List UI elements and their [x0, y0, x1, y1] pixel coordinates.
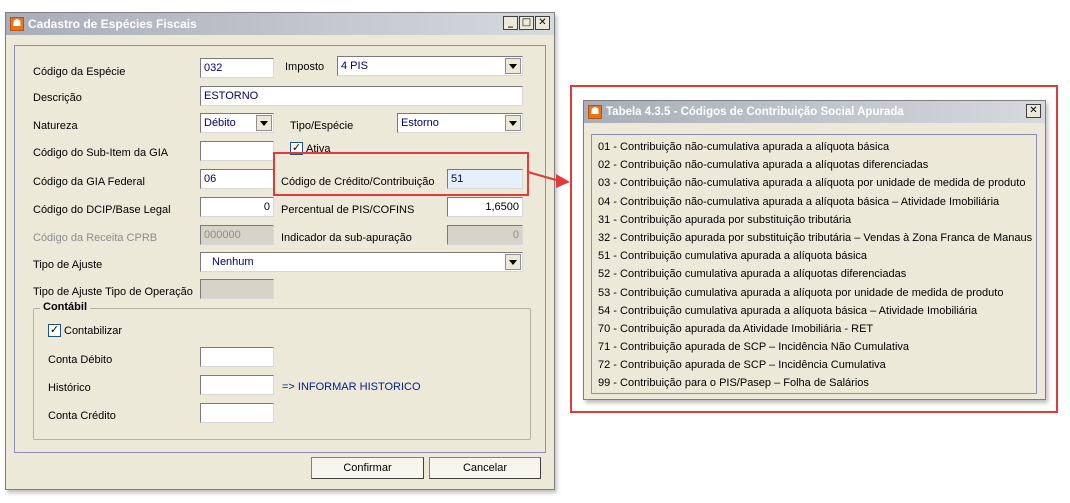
list-item[interactable]: 02 - Contribuição não-cumulativa apurada…: [592, 156, 1036, 174]
chevron-down-icon[interactable]: [505, 115, 521, 131]
form-panel: Código da Espécie 032 Imposto 4 PIS Desc…: [14, 45, 546, 453]
sub-apuracao-input: 0: [447, 225, 523, 245]
list-item[interactable]: 72 - Contribuição apurada de SCP – Incid…: [592, 356, 1036, 374]
contabilizar-checkbox[interactable]: ✓: [48, 324, 61, 337]
chevron-down-icon[interactable]: [505, 254, 521, 270]
chevron-down-icon[interactable]: [505, 58, 521, 74]
sub-item-gia-input[interactable]: [200, 141, 274, 161]
tabela-popup: ☗ Tabela 4.3.5 - Códigos de Contribuição…: [583, 100, 1046, 400]
conta-debito-input[interactable]: [200, 347, 274, 367]
close-button[interactable]: ✕: [535, 16, 550, 30]
gia-federal-label: Código da GIA Federal: [33, 176, 145, 188]
tipo-especie-value: Estorno: [401, 117, 439, 129]
codigo-especie-input[interactable]: 032: [200, 58, 274, 78]
list-item[interactable]: 52 - Contribuição cumulativa apurada a a…: [592, 265, 1036, 283]
dcip-input[interactable]: 0: [200, 197, 274, 217]
natureza-value: Débito: [204, 117, 236, 129]
list-item[interactable]: 04 - Contribuição não-cumulativa apurada…: [592, 193, 1036, 211]
list-item[interactable]: 70 - Contribuição apurada da Atividade I…: [592, 320, 1036, 338]
conta-debito-label: Conta Débito: [48, 354, 113, 366]
app-icon: ☗: [10, 17, 24, 31]
imposto-value: 4 PIS: [341, 60, 368, 72]
confirmar-button[interactable]: Confirmar: [311, 457, 424, 479]
list-item[interactable]: 53 - Contribuição cumulativa apurada a a…: [592, 284, 1036, 302]
list-item[interactable]: 71 - Contribuição apurada de SCP – Incid…: [592, 338, 1036, 356]
tipo-especie-label: Tipo/Espécie: [290, 120, 354, 132]
tipo-ajuste-operacao-label: Tipo de Ajuste Tipo de Operação: [33, 286, 193, 298]
tipo-ajuste-operacao-input: [200, 279, 274, 299]
contabil-group: Contábil ✓ Contabilizar Conta Débito His…: [33, 301, 531, 440]
arrow-line: [527, 171, 557, 181]
sub-apuracao-label: Indicador da sub-apuração: [281, 232, 412, 244]
list-item[interactable]: 03 - Contribuição não-cumulativa apurada…: [592, 174, 1036, 192]
codigo-especie-label: Código da Espécie: [33, 66, 126, 78]
descricao-input[interactable]: ESTORNO: [200, 86, 523, 106]
list-item[interactable]: 31 - Contribuição apurada por substituiç…: [592, 211, 1036, 229]
popup-close-button[interactable]: ✕: [1026, 104, 1041, 118]
arrow-head: [556, 174, 570, 188]
dialog-title: Cadastro de Espécies Fiscais: [28, 17, 197, 31]
natureza-select[interactable]: Débito: [200, 113, 274, 133]
list-item[interactable]: 32 - Contribuição apurada por substituiç…: [592, 229, 1036, 247]
tipo-ajuste-select[interactable]: Nenhum: [200, 252, 523, 272]
imposto-select[interactable]: 4 PIS: [337, 56, 523, 76]
maximize-button[interactable]: □: [519, 16, 534, 30]
receita-cprb-label: Código da Receita CPRB: [33, 232, 158, 244]
receita-cprb-input: 000000: [200, 225, 274, 245]
list-item[interactable]: 99 - Contribuição para o PIS/Pasep – Fol…: [592, 374, 1036, 392]
chevron-down-icon[interactable]: [256, 115, 272, 131]
historico-label: Histórico: [48, 382, 91, 394]
conta-credito-input[interactable]: [200, 403, 274, 423]
conta-credito-label: Conta Crédito: [48, 410, 116, 422]
dialog-titlebar[interactable]: ☗ Cadastro de Espécies Fiscais _ □ ✕: [6, 13, 554, 35]
list-item[interactable]: 01 - Contribuição não-cumulativa apurada…: [592, 138, 1036, 156]
list-item[interactable]: 51 - Contribuição cumulativa apurada a a…: [592, 247, 1036, 265]
tipo-ajuste-value: Nenhum: [212, 256, 254, 268]
informar-historico-link[interactable]: => INFORMAR HISTORICO: [282, 381, 421, 393]
percentual-label: Percentual de PIS/COFINS: [281, 204, 415, 216]
contabilizar-label: Contabilizar: [64, 325, 123, 337]
popup-title: Tabela 4.3.5 - Códigos de Contribuição S…: [606, 106, 904, 118]
historico-input[interactable]: [200, 375, 274, 395]
natureza-label: Natureza: [33, 120, 78, 132]
gia-federal-input[interactable]: 06: [200, 169, 274, 189]
descricao-label: Descrição: [33, 92, 82, 104]
sub-item-gia-label: Código do Sub-Item da GIA: [33, 147, 169, 159]
highlight-box-credito: [273, 152, 529, 196]
percentual-input[interactable]: 1,6500: [447, 197, 523, 217]
popup-titlebar[interactable]: ☗ Tabela 4.3.5 - Códigos de Contribuição…: [584, 101, 1045, 123]
tipo-ajuste-label: Tipo de Ajuste: [33, 259, 103, 271]
tipo-especie-select[interactable]: Estorno: [397, 113, 523, 133]
list-item[interactable]: 54 - Contribuição cumulativa apurada a a…: [592, 302, 1036, 320]
codigos-list[interactable]: 01 - Contribuição não-cumulativa apurada…: [591, 134, 1037, 394]
imposto-label: Imposto: [285, 61, 325, 73]
cadastro-dialog: ☗ Cadastro de Espécies Fiscais _ □ ✕ Cód…: [5, 12, 555, 490]
app-icon: ☗: [588, 105, 602, 119]
cancelar-button[interactable]: Cancelar: [429, 457, 541, 479]
minimize-button[interactable]: _: [503, 16, 518, 30]
contabil-title: Contábil: [40, 301, 90, 313]
dcip-label: Código do DCIP/Base Legal: [33, 204, 171, 216]
